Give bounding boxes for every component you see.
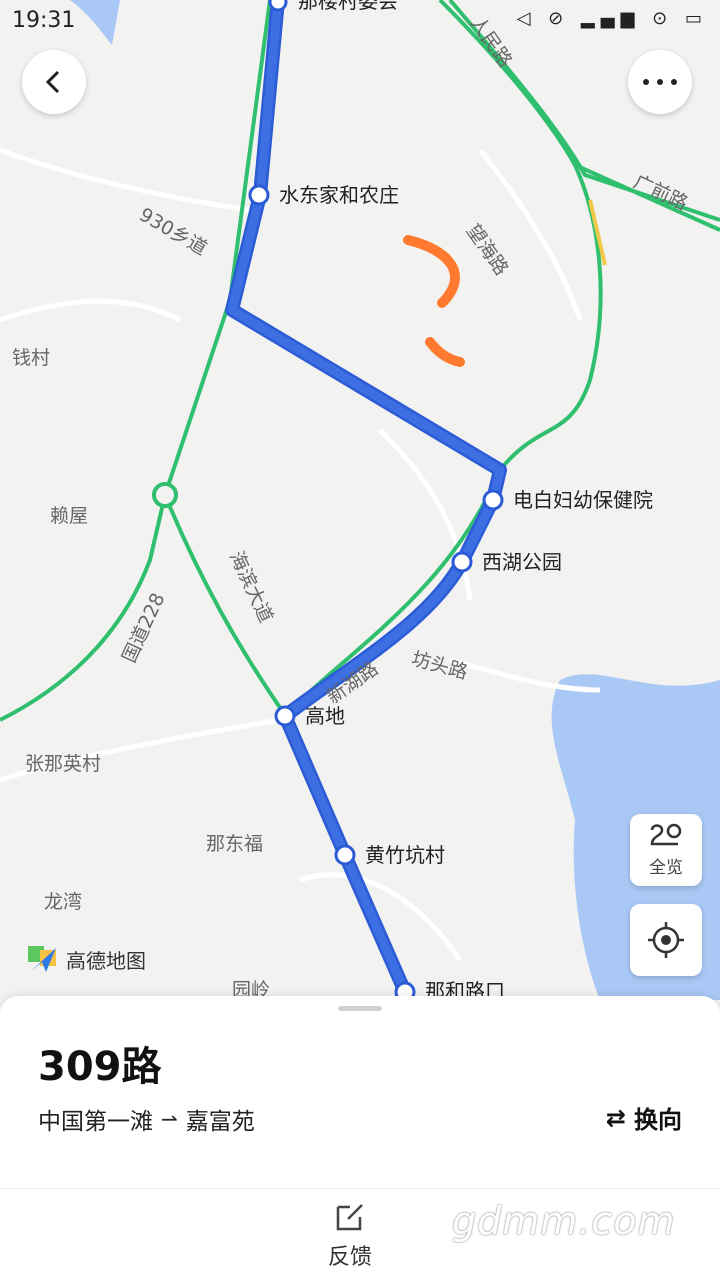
place-label: 龙湾 [44, 891, 82, 913]
route-direction: 中国第一滩 ⇀ 嘉富苑 [38, 1102, 255, 1136]
feedback-label: 反馈 [327, 1245, 372, 1270]
map-view[interactable]: 那楼村委会 水东家和农庄 电白妇幼保健院 西湖公园 高地 黄竹坑村 那和路口 钱… [0, 0, 720, 1000]
place-label: 赖屋 [50, 505, 88, 527]
back-button[interactable] [22, 50, 86, 114]
orange-mark-2 [425, 337, 465, 367]
bottom-bar: 反馈 gdmm.com [0, 1188, 720, 1281]
road-label: 坊头路 [409, 648, 470, 684]
edit-icon [336, 1204, 363, 1231]
status-icons: ◁ ⊘ ▂▄▆ ⊙ ▭ [516, 8, 708, 29]
route-sheet[interactable]: 309路 中国第一滩 ⇀ 嘉富苑 ⇄ 换向 [0, 996, 720, 1188]
major-roads [0, 0, 720, 722]
place-label: 钱村 [12, 347, 50, 369]
route-to: 嘉富苑 [185, 1109, 255, 1135]
arrow-right-icon: ⇀ [161, 1107, 178, 1131]
brand-name: 高德地图 [66, 948, 146, 973]
road-label: 930乡道 [135, 204, 210, 260]
road-label: 望海路 [462, 220, 513, 279]
stop-label[interactable]: 高地 [305, 704, 345, 728]
place-label: 张那英村 [25, 753, 101, 775]
swap-icon: ⇄ [605, 1103, 626, 1132]
overview-button[interactable]: 全览 [630, 814, 702, 886]
switch-label: 换向 [634, 1106, 682, 1134]
more-button[interactable] [628, 50, 692, 114]
amap-logo-icon [28, 946, 56, 972]
stop-label[interactable]: 黄竹坑村 [365, 843, 445, 867]
route-name: 309路 [38, 1044, 162, 1090]
road-label: 国道228 [118, 590, 169, 667]
feedback-button[interactable]: 反馈 [310, 1201, 390, 1271]
locate-icon [648, 922, 684, 958]
overview-label: 全览 [649, 858, 683, 878]
route-from: 中国第一滩 [38, 1109, 153, 1135]
switch-direction-button[interactable]: ⇄ 换向 [606, 1100, 682, 1135]
watermark: gdmm.com [452, 1199, 676, 1243]
stop-label[interactable]: 西湖公园 [482, 550, 562, 574]
stop-label[interactable]: 电白妇幼保健院 [513, 488, 653, 512]
sheet-handle[interactable] [338, 1006, 382, 1011]
stop-label[interactable]: 水东家和农庄 [279, 183, 399, 207]
more-dots-icon [643, 79, 677, 85]
road-label: 海滨大道 [225, 548, 277, 626]
orange-mark-1 [403, 235, 460, 308]
chevron-left-icon [45, 70, 60, 94]
locate-button[interactable] [630, 904, 702, 976]
map-brand: 高德地图 [26, 942, 146, 976]
status-time: 19:31 [12, 8, 76, 33]
place-label: 那东福 [206, 833, 263, 855]
route-overview-icon [650, 823, 682, 846]
road-label: 广前路 [630, 171, 691, 215]
status-bar: 19:31 ◁ ⊘ ▂▄▆ ⊙ ▭ [0, 0, 720, 44]
roundabout [152, 482, 178, 508]
